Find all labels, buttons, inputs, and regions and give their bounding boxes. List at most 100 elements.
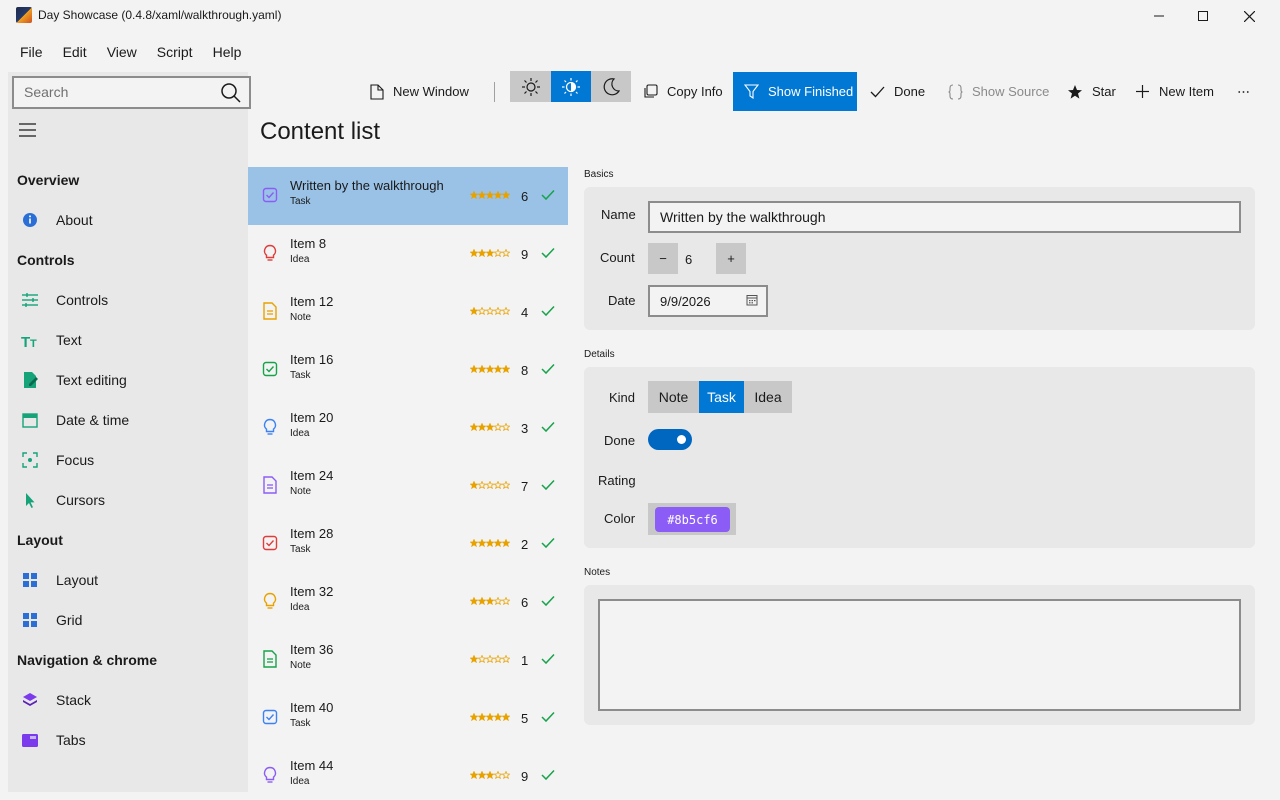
new-window-button[interactable]: New Window <box>370 72 469 111</box>
list-item-rating <box>470 249 510 257</box>
more-options-button[interactable] <box>1238 72 1258 111</box>
count-increment-button[interactable]: + <box>716 243 746 274</box>
nav-item-layout[interactable]: Layout <box>56 572 98 588</box>
list-item[interactable]: Item 44 Idea 9 <box>248 747 568 800</box>
star-button[interactable]: Star <box>1067 72 1116 111</box>
list-item[interactable]: Item 36 Note 1 <box>248 631 568 689</box>
nav-group-overview: Overview <box>17 172 80 188</box>
rating-star-icon <box>486 249 494 257</box>
search-icon[interactable] <box>220 82 242 104</box>
theme-dark-button[interactable] <box>591 71 631 102</box>
close-button[interactable] <box>1226 0 1272 32</box>
calendar-icon <box>22 413 38 428</box>
maximize-button[interactable] <box>1180 0 1226 32</box>
list-item[interactable]: Item 12 Note 4 <box>248 283 568 341</box>
list-item[interactable]: Item 24 Note 7 <box>248 457 568 515</box>
edit-document-icon <box>24 372 38 388</box>
nav-item-grid[interactable]: Grid <box>56 612 82 628</box>
rating-star-icon <box>478 539 486 547</box>
done-check-icon <box>541 479 555 491</box>
task-icon <box>262 709 278 725</box>
minimize-button[interactable] <box>1136 0 1182 32</box>
sun-icon <box>522 77 540 96</box>
list-item-title: Item 24 <box>290 468 334 483</box>
name-label: Name <box>601 207 636 222</box>
nav-item-controls[interactable]: Controls <box>56 292 108 308</box>
kind-option-note[interactable]: Note <box>648 381 699 413</box>
list-item[interactable]: Written by the walkthrough Task 6 <box>248 167 568 225</box>
list-item-title: Item 36 <box>290 642 334 657</box>
page-title: Content list <box>260 118 381 145</box>
notes-textarea[interactable] <box>598 599 1241 711</box>
menu-file[interactable]: File <box>10 36 53 68</box>
menu-script[interactable]: Script <box>147 36 203 68</box>
count-value[interactable]: 6 <box>685 252 692 267</box>
list-item-kind: Task <box>290 196 311 207</box>
done-check-icon <box>541 363 555 375</box>
kind-option-idea[interactable]: Idea <box>744 381 792 413</box>
filter-icon <box>744 84 759 99</box>
stack-icon <box>23 693 37 706</box>
nav-group-controls: Controls <box>17 252 75 268</box>
calendar-picker-icon[interactable] <box>746 294 758 306</box>
rating-star-icon <box>478 365 486 373</box>
basics-section-label: Basics <box>584 169 614 180</box>
hamburger-menu-icon[interactable] <box>19 122 37 138</box>
rating-star-icon <box>502 365 510 373</box>
list-item[interactable]: Item 32 Idea 6 <box>248 573 568 631</box>
list-item[interactable]: Item 28 Task 2 <box>248 515 568 573</box>
task-icon <box>262 535 278 551</box>
menu-edit[interactable]: Edit <box>53 36 97 68</box>
nav-item-date-time[interactable]: Date & time <box>56 412 129 428</box>
rating-star-icon <box>478 771 486 779</box>
copy-info-button[interactable]: Copy Info <box>643 72 723 111</box>
nav-item-cursors[interactable]: Cursors <box>56 492 105 508</box>
nav-item-stack[interactable]: Stack <box>56 692 91 708</box>
star-label: Star <box>1092 84 1116 99</box>
name-field[interactable]: Written by the walkthrough <box>648 201 1241 233</box>
list-item[interactable]: Item 40 Task 5 <box>248 689 568 747</box>
rating-star-icon <box>486 655 494 663</box>
document-icon <box>370 83 384 100</box>
nav-item-tabs[interactable]: Tabs <box>56 732 86 748</box>
show-source-button[interactable]: Show Source <box>948 72 1049 111</box>
nav-item-text-editing[interactable]: Text editing <box>56 372 127 388</box>
list-item-rating <box>470 307 510 315</box>
rating-star-icon <box>470 539 478 547</box>
list-item-rating <box>470 713 510 721</box>
menu-view[interactable]: View <box>97 36 147 68</box>
rating-star-icon <box>486 365 494 373</box>
kind-label: Kind <box>609 390 636 405</box>
nav-item-text[interactable]: Text <box>56 332 82 348</box>
list-item-title: Item 20 <box>290 410 334 425</box>
count-decrement-button[interactable]: − <box>648 243 678 274</box>
nav-item-focus[interactable]: Focus <box>56 452 94 468</box>
kind-option-task[interactable]: Task <box>699 381 744 413</box>
copy-icon <box>644 84 658 98</box>
rating-star-icon <box>478 249 486 257</box>
theme-auto-button[interactable] <box>551 71 591 102</box>
show-finished-button[interactable]: Show Finished <box>733 72 857 111</box>
lightbulb-icon <box>263 244 277 261</box>
list-item-kind: Idea <box>290 428 310 439</box>
lightbulb-icon <box>263 418 277 435</box>
nav-group-layout: Layout <box>17 532 63 548</box>
done-button[interactable]: Done <box>870 72 925 111</box>
new-item-button[interactable]: New Item <box>1135 72 1214 111</box>
rating-star-icon <box>494 655 502 663</box>
toggle-knob <box>677 435 686 444</box>
notes-section-label: Notes <box>584 567 611 578</box>
list-item-kind: Note <box>290 660 312 671</box>
list-item-count: 4 <box>521 305 529 320</box>
rating-star-icon <box>478 191 486 199</box>
menu-help[interactable]: Help <box>203 36 252 68</box>
list-item[interactable]: Item 20 Idea 3 <box>248 399 568 457</box>
rating-star-icon <box>470 771 478 779</box>
rating-star-icon <box>470 713 478 721</box>
list-item[interactable]: Item 8 Idea 9 <box>248 225 568 283</box>
list-item[interactable]: Item 16 Task 8 <box>248 341 568 399</box>
nav-group-navigation-chrome: Navigation & chrome <box>17 652 158 668</box>
theme-light-button[interactable] <box>511 71 551 102</box>
rating-star-icon <box>486 539 494 547</box>
nav-item-about[interactable]: About <box>56 212 93 228</box>
